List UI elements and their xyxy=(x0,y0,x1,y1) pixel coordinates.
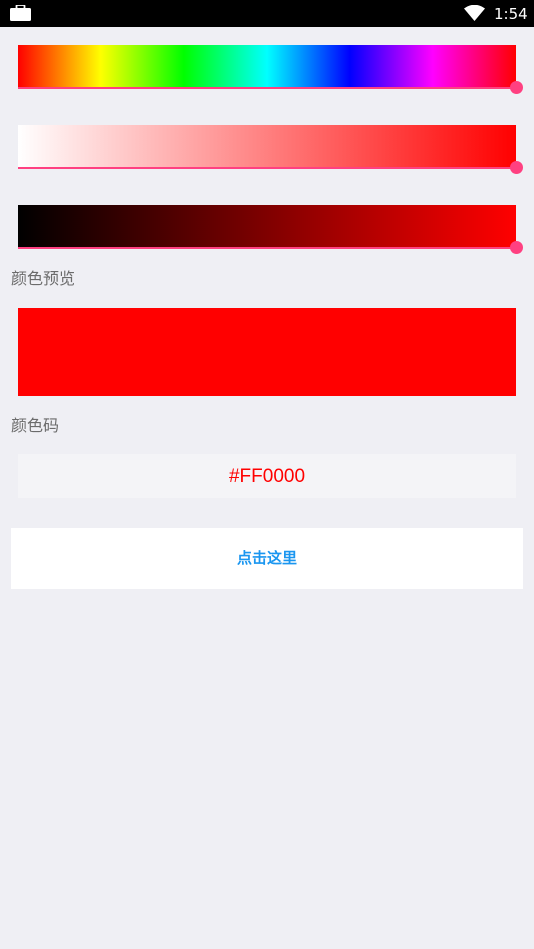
hue-slider-progress xyxy=(18,87,516,89)
color-preview-box xyxy=(18,308,516,396)
saturation-slider-progress xyxy=(18,167,516,169)
wifi-icon xyxy=(464,5,485,21)
saturation-slider-thumb[interactable] xyxy=(510,161,523,174)
briefcase-icon xyxy=(10,5,31,21)
color-code-field[interactable]: #FF0000 xyxy=(18,454,516,498)
brightness-slider-progress xyxy=(18,247,516,249)
saturation-gradient-track[interactable] xyxy=(18,125,516,167)
brightness-gradient-track[interactable] xyxy=(18,205,516,247)
hue-slider-thumb[interactable] xyxy=(510,81,523,94)
hue-slider[interactable] xyxy=(18,45,523,94)
brightness-slider[interactable] xyxy=(18,205,523,254)
color-code-label: 颜色码 xyxy=(11,416,60,435)
brightness-slider-thumb[interactable] xyxy=(510,241,523,254)
status-time: 1:54 xyxy=(494,5,528,23)
click-here-button[interactable]: 点击这里 xyxy=(11,528,523,589)
status-bar: 1:54 xyxy=(0,0,534,27)
color-preview-label: 颜色预览 xyxy=(11,269,76,288)
hue-gradient-track[interactable] xyxy=(18,45,516,87)
saturation-slider[interactable] xyxy=(18,125,523,174)
